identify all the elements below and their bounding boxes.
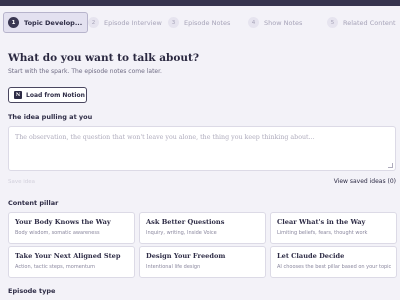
pillar-card-title: Take Your Next Aligned Step xyxy=(15,252,121,260)
step-label: Related Content xyxy=(343,18,396,27)
notion-icon: N xyxy=(14,91,22,99)
step-episode-notes[interactable]: 3 Episode Notes xyxy=(168,12,230,33)
pillar-card-design-your-freedom[interactable]: Design Your Freedom Intentional life des… xyxy=(139,246,266,278)
step-number: 5 xyxy=(327,17,338,28)
view-saved-ideas-link[interactable]: View saved ideas (0) xyxy=(334,178,396,185)
pillar-card-title: Ask Better Questions xyxy=(146,218,225,226)
idea-textarea[interactable]: The observation, the question that won't… xyxy=(8,126,396,171)
step-number: 2 xyxy=(88,17,99,28)
step-label: Episode Notes xyxy=(184,18,231,27)
resize-handle-icon[interactable] xyxy=(388,163,393,168)
step-label: Episode Interview xyxy=(104,18,162,27)
pillar-card-title: Your Body Knows the Way xyxy=(15,218,111,226)
load-from-notion-button[interactable]: N Load from Notion xyxy=(8,87,87,103)
page-subtitle: Start with the spark. The episode notes … xyxy=(8,68,162,75)
pillar-card-ask-better-questions[interactable]: Ask Better Questions Inquiry, writing, I… xyxy=(139,212,266,244)
notion-button-label: Load from Notion xyxy=(26,91,85,99)
pillar-card-description: AI chooses the best pillar based on your… xyxy=(277,264,392,270)
pillar-card-description: Inquiry, writing, Inside Voice xyxy=(146,230,217,236)
idea-label: The idea pulling at you xyxy=(8,113,93,121)
pillar-card-description: Body wisdom, somatic awareness xyxy=(15,230,100,236)
pillar-card-title: Clear What's in the Way xyxy=(277,218,366,226)
save-idea-button[interactable]: Save idea xyxy=(8,179,35,185)
step-label: Show Notes xyxy=(264,18,303,27)
step-number: 1 xyxy=(8,17,19,28)
pillar-card-let-claude-decide[interactable]: Let Claude Decide AI chooses the best pi… xyxy=(270,246,397,278)
step-show-notes[interactable]: 4 Show Notes xyxy=(248,12,302,33)
top-bar xyxy=(0,0,400,6)
pillar-card-clear-whats-in-the-way[interactable]: Clear What's in the Way Limiting beliefs… xyxy=(270,212,397,244)
step-number: 4 xyxy=(248,17,259,28)
episode-type-label: Episode type xyxy=(8,287,56,295)
step-topic-development[interactable]: 1 Topic Develop... xyxy=(3,12,89,33)
progress-steps: 1 Topic Develop... 2 Episode Interview 3… xyxy=(0,10,400,36)
pillar-card-title: Design Your Freedom xyxy=(146,252,226,260)
idea-placeholder: The observation, the question that won't… xyxy=(15,134,315,141)
pillar-card-description: Action, tactic steps, momentum xyxy=(15,264,95,270)
pillar-card-next-aligned-step[interactable]: Take Your Next Aligned Step Action, tact… xyxy=(8,246,135,278)
content-pillar-label: Content pillar xyxy=(8,199,59,207)
step-number: 3 xyxy=(168,17,179,28)
step-related-content[interactable]: 5 Related Content xyxy=(327,12,396,33)
page-title: What do you want to talk about? xyxy=(8,52,199,64)
step-label: Topic Develop... xyxy=(24,18,83,27)
pillar-card-title: Let Claude Decide xyxy=(277,252,345,260)
pillar-card-description: Intentional life design xyxy=(146,264,201,270)
pillar-card-body-knows[interactable]: Your Body Knows the Way Body wisdom, som… xyxy=(8,212,135,244)
step-episode-interview[interactable]: 2 Episode Interview xyxy=(88,12,162,33)
pillar-card-description: Limiting beliefs, fears, thought work xyxy=(277,230,368,236)
